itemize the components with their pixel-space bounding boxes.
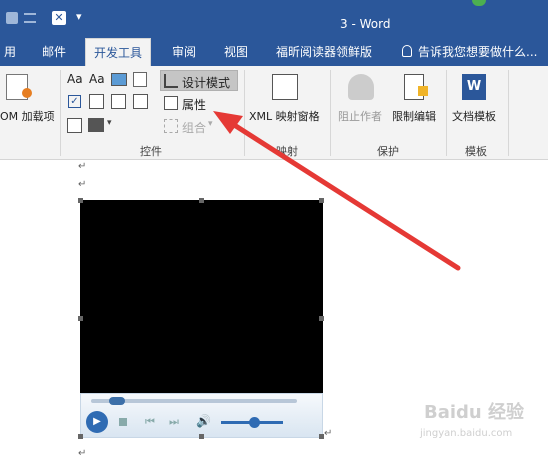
document-template-button[interactable]: 文档模板	[452, 108, 496, 124]
paragraph-mark: ↵	[78, 448, 87, 459]
stop-button-icon[interactable]	[119, 418, 127, 426]
resize-handle[interactable]	[78, 434, 83, 439]
design-mode-label: 设计模式	[182, 76, 231, 90]
dropdown-list-icon[interactable]	[111, 94, 126, 109]
seek-thumb[interactable]	[109, 397, 125, 405]
date-picker-icon[interactable]	[133, 94, 148, 109]
tab-mailings[interactable]: 邮件	[34, 38, 74, 66]
volume-thumb[interactable]	[249, 417, 260, 428]
separator	[508, 70, 509, 156]
resize-handle[interactable]	[199, 434, 204, 439]
mapping-group-label: 映射	[276, 145, 298, 158]
xml-mapping-icon[interactable]	[272, 74, 298, 100]
protect-group-label: 保护	[377, 145, 399, 158]
restrict-editing-lock-icon	[418, 86, 428, 96]
play-button-icon[interactable]: ▶	[86, 411, 108, 433]
legacy-tools-dropdown-icon[interactable]: ▾	[107, 118, 112, 128]
media-player-video[interactable]	[80, 200, 323, 393]
baidu-watermark: Baidu 经验	[424, 402, 525, 423]
lightbulb-icon	[402, 45, 412, 57]
group-icon	[164, 119, 178, 133]
separator	[60, 70, 61, 156]
restrict-editing-button[interactable]: 限制编辑	[392, 108, 436, 124]
ribbon-developer: OM 加载项 Aa Aa ✓ ▾ 设计模式 属性 组合 ▾ 控件 XML 映射窗…	[0, 66, 548, 160]
menu-icon[interactable]	[24, 13, 36, 23]
combo-box-icon[interactable]	[89, 94, 104, 109]
resize-handle[interactable]	[199, 198, 204, 203]
volume-icon[interactable]: 🔊	[196, 414, 211, 428]
next-button-icon[interactable]: ⏭	[169, 415, 179, 429]
media-player-controls: ▶ ⏮ ⏭ 🔊	[80, 393, 323, 438]
save-icon[interactable]	[6, 12, 18, 24]
document-template-icon[interactable]: W	[462, 74, 486, 100]
building-block-icon[interactable]	[133, 72, 147, 87]
block-authors-button: 阻止作者	[338, 110, 382, 123]
template-group-label: 模板	[465, 145, 487, 158]
resize-handle[interactable]	[319, 434, 324, 439]
group-button: 组合	[182, 121, 207, 135]
resize-handle[interactable]	[319, 316, 324, 321]
close-doc-icon[interactable]: ✕	[52, 11, 66, 25]
title-bar: ✕ ▾ 3 - Word	[0, 0, 548, 38]
properties-icon[interactable]	[164, 96, 178, 110]
previous-button-icon[interactable]: ⏮	[145, 415, 155, 429]
qat-dropdown-icon[interactable]: ▾	[76, 10, 82, 23]
tab-file[interactable]: 用	[0, 38, 20, 66]
legacy-tools-icon[interactable]	[88, 118, 104, 132]
resize-handle[interactable]	[319, 198, 324, 203]
properties-button[interactable]: 属性	[182, 96, 206, 113]
paragraph-mark: ↵	[78, 161, 87, 172]
tell-me-input[interactable]: 告诉我您想要做什么...	[418, 38, 537, 66]
tab-view[interactable]: 视图	[216, 38, 256, 66]
group-dropdown-icon: ▾	[208, 119, 213, 129]
paragraph-mark: ↵	[324, 428, 333, 439]
baidu-watermark-url: jingyan.baidu.com	[420, 428, 513, 439]
plain-text-control-icon[interactable]: Aa	[89, 72, 105, 86]
com-addins-gear-icon	[22, 88, 32, 98]
picture-control-icon[interactable]	[111, 73, 127, 86]
checkbox-control-icon[interactable]: ✓	[68, 95, 81, 108]
separator	[446, 70, 447, 156]
design-mode-icon	[164, 74, 178, 88]
tab-review[interactable]: 审阅	[164, 38, 204, 66]
rich-text-control-icon[interactable]: Aa	[67, 72, 83, 86]
status-dot	[472, 0, 486, 6]
tab-developer[interactable]: 开发工具	[85, 38, 152, 66]
xml-mapping-button[interactable]: XML 映射窗格	[249, 108, 320, 124]
tab-foxit[interactable]: 福昕阅读器领鲜版	[268, 38, 380, 66]
resize-handle[interactable]	[78, 316, 83, 321]
window-title: 3 - Word	[340, 17, 391, 31]
repeating-section-icon[interactable]	[67, 118, 82, 133]
controls-group-label: 控件	[140, 145, 162, 158]
resize-handle[interactable]	[78, 198, 83, 203]
ribbon-tabs: 用 邮件 开发工具 审阅 视图 福昕阅读器领鲜版 告诉我您想要做什么...	[0, 38, 548, 66]
com-addins-button[interactable]: OM 加载项	[0, 108, 55, 124]
block-authors-icon	[348, 74, 374, 100]
separator	[244, 70, 245, 156]
paragraph-mark: ↵	[78, 179, 87, 190]
separator	[330, 70, 331, 156]
